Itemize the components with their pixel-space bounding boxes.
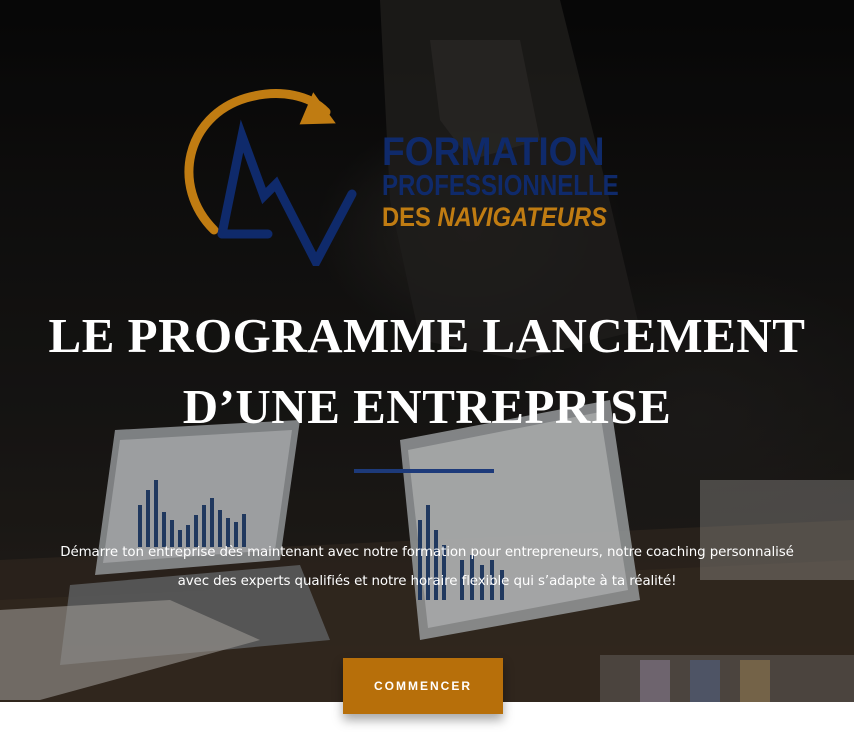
logo-text-formation: FORMATION bbox=[382, 130, 605, 174]
hero-description: Démarre ton entreprise dès maintenant av… bbox=[0, 538, 854, 596]
logo-text-navigateurs-word: NAVIGATEURS bbox=[437, 202, 607, 232]
logo-text-navigateurs: DES NAVIGATEURS bbox=[382, 202, 607, 233]
logo-arrow-icon bbox=[184, 89, 357, 266]
hero-banner: FORMATION PROFESSIONNELLE DES NAVIGATEUR… bbox=[0, 0, 854, 702]
hero-description-line-2: avec des experts qualifiés et notre hora… bbox=[177, 574, 677, 589]
logo[interactable]: FORMATION PROFESSIONNELLE DES NAVIGATEUR… bbox=[176, 86, 676, 266]
logo-text-professionnelle: PROFESSIONNELLE bbox=[382, 170, 619, 202]
logo-text-des: DES bbox=[382, 202, 431, 232]
title-divider bbox=[354, 469, 494, 473]
hero-title: LE PROGRAMME LANCEMENT D’UNE ENTREPRISE bbox=[20, 300, 834, 442]
commencer-button[interactable]: COMMENCER bbox=[343, 658, 503, 714]
hero-description-line-1: Démarre ton entreprise dès maintenant av… bbox=[60, 545, 794, 560]
hero-title-line-2: D’UNE ENTREPRISE bbox=[182, 379, 672, 434]
hero-title-line-1: LE PROGRAMME LANCEMENT bbox=[48, 308, 806, 363]
